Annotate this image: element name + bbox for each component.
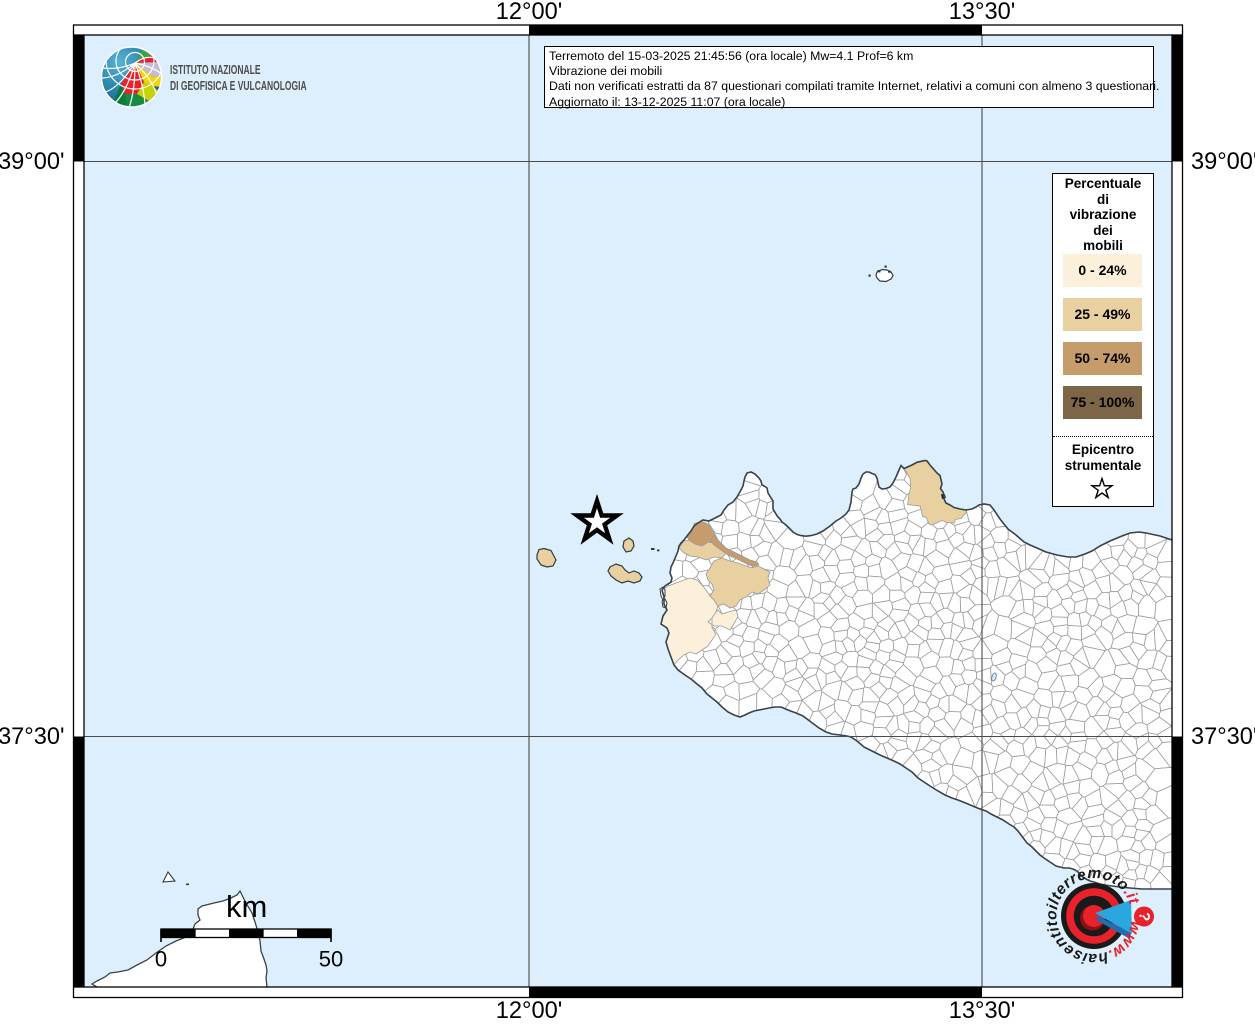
- svg-text:km: km: [226, 889, 267, 924]
- svg-text:50: 50: [319, 947, 343, 972]
- svg-text:DI GEOFISICA E VULCANOLOGIA: DI GEOFISICA E VULCANOLOGIA: [170, 79, 307, 93]
- svg-text:0: 0: [155, 947, 167, 972]
- svg-text:ISTITUTO NAZIONALE: ISTITUTO NAZIONALE: [170, 63, 261, 77]
- svg-text:?: ?: [1135, 911, 1153, 922]
